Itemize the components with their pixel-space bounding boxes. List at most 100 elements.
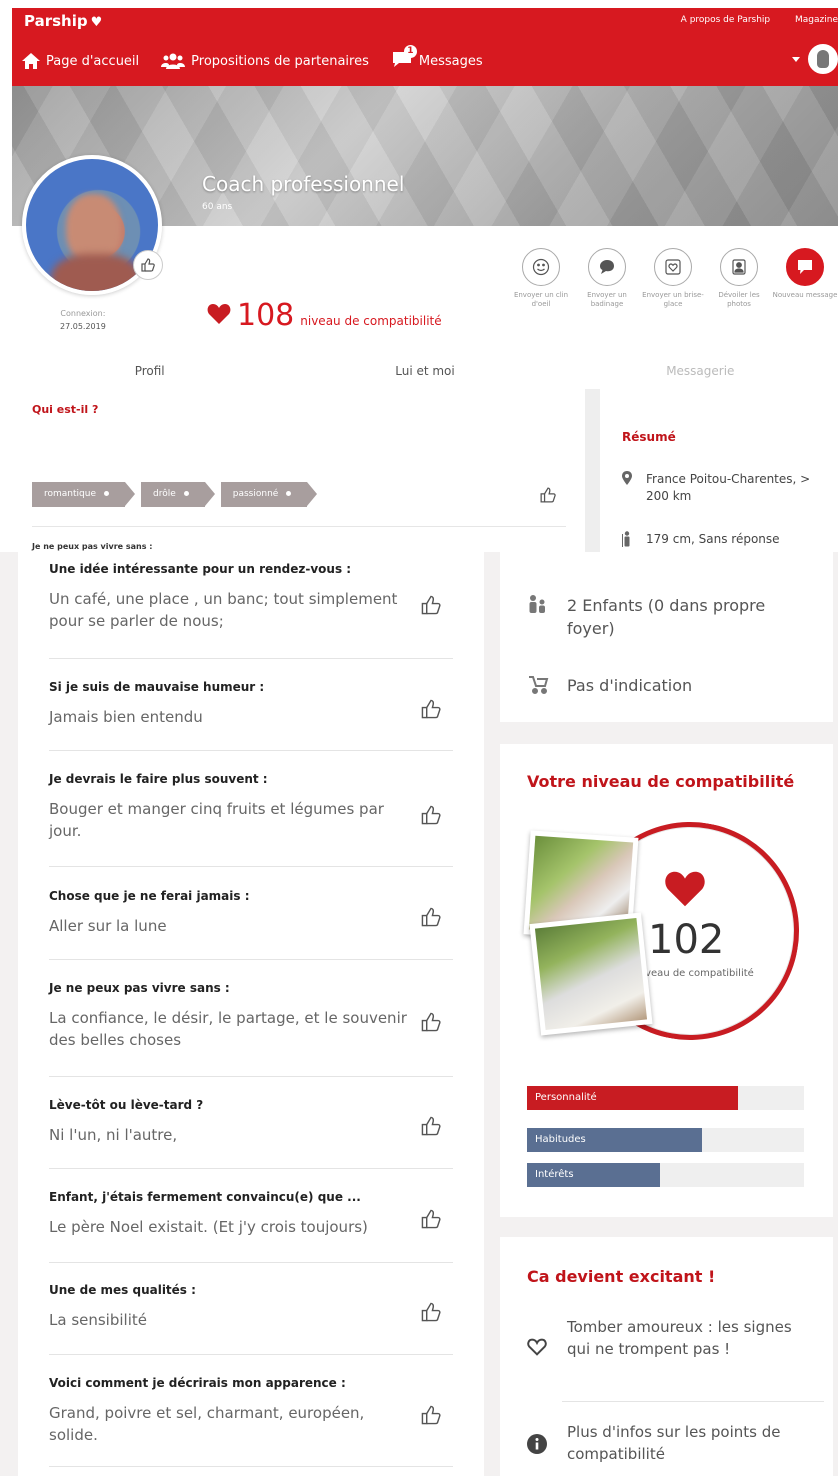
like-photo-button[interactable]: [133, 250, 163, 280]
qa-item: Enfant, j'étais fermement convaincu(e) q…: [49, 1190, 368, 1236]
chevron-down-icon: [792, 56, 800, 62]
compatibility-title: Votre niveau de compatibilité: [527, 772, 795, 791]
like-answer-button[interactable]: [421, 1405, 441, 1429]
person-height-icon: [622, 531, 630, 547]
divider: [49, 658, 453, 659]
link-falling-in-love[interactable]: Tomber amoureux : les signes qui ne trom…: [527, 1316, 799, 1360]
thumbs-up-icon: [421, 1209, 441, 1229]
divider: [49, 1076, 453, 1077]
qa-item: Je ne peux pas vivre sans : La confiance,…: [49, 981, 407, 1049]
thumbs-up-icon: [421, 699, 441, 719]
bar-personality: Personnalité: [527, 1086, 738, 1110]
people-icon: [161, 53, 186, 69]
heart-icon: [664, 870, 706, 912]
heart-frame-icon: [665, 259, 681, 275]
who-is-he-title: Qui est-il ?: [32, 403, 99, 416]
qa-item: Une idée intéressante pour un rendez-vou…: [49, 562, 398, 630]
partial-question: Je ne peux pas vivre sans :: [32, 542, 153, 551]
thumbs-up-icon: [540, 487, 556, 503]
divider: [49, 1466, 453, 1467]
nav-messages[interactable]: 1 Messages: [391, 45, 483, 72]
heart-icon: [207, 304, 231, 324]
thumbs-up-icon: [421, 595, 441, 615]
divider: [32, 526, 566, 527]
chat-bubble-icon: [600, 260, 614, 274]
parship-logo[interactable]: Parship ♥: [24, 12, 102, 30]
my-photo: [529, 912, 653, 1036]
qa-item: Une de mes qualités : La sensibilité: [49, 1283, 196, 1329]
like-answer-button[interactable]: [421, 1012, 441, 1036]
location-pin-icon: [622, 471, 632, 485]
thumbs-up-icon: [421, 1012, 441, 1032]
account-menu[interactable]: [792, 44, 838, 74]
qa-item: Voici comment je décrirais mon apparence…: [49, 1376, 365, 1444]
profile-age: 60 ans: [202, 202, 233, 212]
thumbs-up-icon: [421, 1302, 441, 1322]
bar-habits: Habitudes: [527, 1128, 702, 1152]
profile-name: Coach professionnel: [202, 172, 405, 196]
smiley-icon: [532, 258, 550, 276]
summary-title: Résumé: [622, 430, 676, 444]
like-answer-button[interactable]: [421, 1209, 441, 1233]
divider: [49, 1262, 453, 1263]
personality-tags: romantique drôle passionné: [32, 482, 317, 507]
user-avatar: [808, 44, 838, 74]
qa-item: Chose que je ne ferai jamais : Aller sur …: [49, 889, 250, 935]
info-icon: [527, 1434, 547, 1454]
send-wink-button[interactable]: Envoyer un clin d'oeil: [508, 248, 574, 309]
divider: [49, 866, 453, 867]
message-count-badge: 1: [403, 45, 417, 58]
summary-location: France Poitou-Charentes, > 200 km: [622, 471, 811, 505]
compatibility-number: 102: [648, 917, 725, 963]
thumbs-up-icon: [421, 907, 441, 927]
exciting-title: Ca devient excitant !: [527, 1267, 716, 1286]
link-compatibility-info[interactable]: Plus d'infos sur les points de compatibi…: [527, 1421, 799, 1465]
summary-wish-children: Pas d'indication: [527, 674, 692, 697]
nav-home[interactable]: Page d'accueil: [22, 53, 139, 69]
thumbs-up-icon: [141, 258, 155, 272]
magazine-link[interactable]: Magazine: [795, 15, 838, 25]
qa-item: Si je suis de mauvaise humeur : Jamais bi…: [49, 680, 265, 726]
top-navigation-bar: Parship ♥ A propos de Parship Magazine Pa…: [12, 8, 838, 86]
photo-icon: [732, 259, 746, 275]
summary-children: 2 Enfants (0 dans propre foyer): [527, 594, 777, 640]
thumbs-up-icon: [421, 1405, 441, 1425]
summary-height: 179 cm, Sans réponse: [622, 531, 780, 548]
send-flirt-button[interactable]: Envoyer un badinage: [574, 248, 640, 309]
send-icebreaker-button[interactable]: Envoyer un brise-glace: [640, 248, 706, 309]
compatibility-label: niveau de compatibilité: [636, 968, 754, 979]
qa-item: Lève-tôt ou lève-tard ? Ni l'un, ni l'aut…: [49, 1098, 204, 1144]
like-answer-button[interactable]: [421, 907, 441, 931]
family-icon: [529, 595, 545, 613]
bar-interests: Intérêts: [527, 1163, 660, 1187]
home-icon: [22, 53, 40, 69]
stroller-icon: [529, 676, 549, 694]
message-icon: [798, 260, 812, 274]
divider: [49, 959, 453, 960]
new-message-button[interactable]: Nouveau message: [772, 248, 838, 309]
thumbs-up-icon: [421, 1116, 441, 1136]
reveal-photos-button[interactable]: Dévoiler les photos: [706, 248, 772, 309]
like-answer-button[interactable]: [421, 805, 441, 829]
summary-card: [600, 382, 838, 552]
like-tags-button[interactable]: [540, 487, 556, 507]
tag-drole: drôle: [140, 482, 215, 507]
like-answer-button[interactable]: [421, 1302, 441, 1326]
last-connection: Connexion: 27.05.2019: [60, 309, 106, 331]
heart-outline-icon: [527, 1338, 547, 1356]
like-answer-button[interactable]: [421, 1116, 441, 1140]
nav-partner-suggestions[interactable]: Propositions de partenaires: [161, 53, 369, 69]
compatibility-score: 108 niveau de compatibilité: [207, 298, 442, 333]
about-link[interactable]: A propos de Parship: [681, 15, 770, 25]
divider: [49, 1168, 453, 1169]
divider: [49, 750, 453, 751]
chat-icon: 1: [391, 45, 417, 72]
tag-passionne: passionné: [220, 482, 317, 507]
divider: [562, 1401, 824, 1402]
tag-romantique: romantique: [32, 482, 135, 507]
qa-item: Je devrais le faire plus souvent : Bouger…: [49, 772, 384, 840]
divider: [49, 1354, 453, 1355]
like-answer-button[interactable]: [421, 699, 441, 723]
like-answer-button[interactable]: [421, 595, 441, 619]
thumbs-up-icon: [421, 805, 441, 825]
